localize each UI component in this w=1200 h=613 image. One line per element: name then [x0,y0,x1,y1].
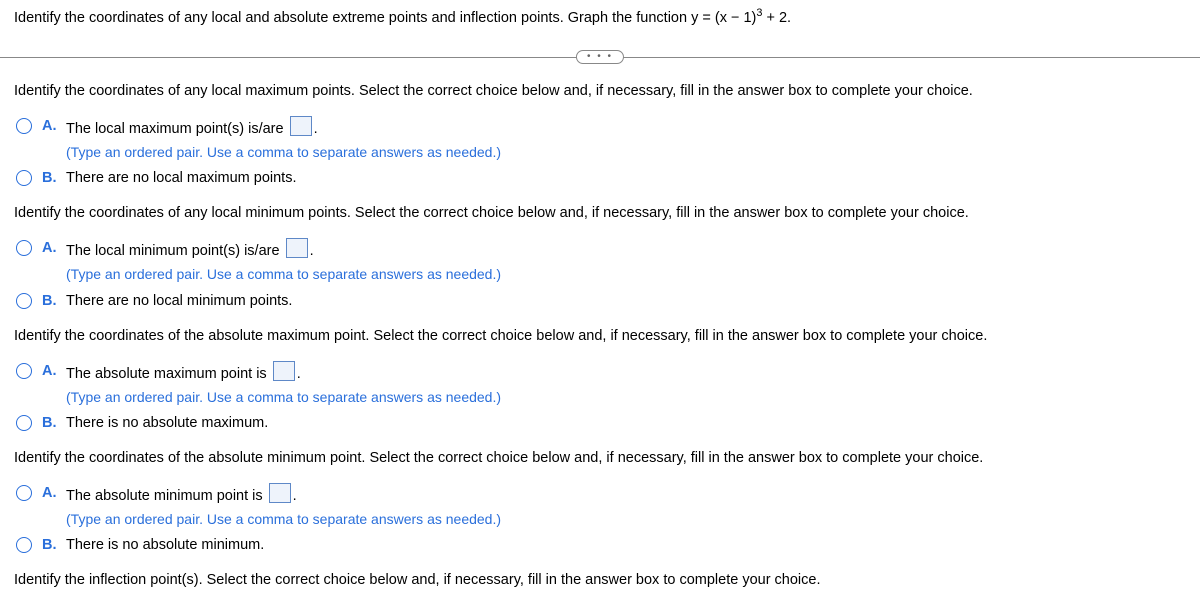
local-min-radio-b[interactable] [16,293,32,309]
choice-letter-b: B. [42,413,60,434]
local-max-radio-a[interactable] [16,118,32,134]
question-prefix: Identify the coordinates of any local an… [14,10,756,26]
abs-min-prompt: Identify the coordinates of the absolute… [14,448,1186,469]
choice-body: The absolute maximum point is . (Type an… [66,361,1186,407]
choice-letter-a: A. [42,116,60,137]
choice-letter-b: B. [42,535,60,556]
local-max-answer-box[interactable] [290,116,312,136]
abs-max-radio-b[interactable] [16,415,32,431]
local-min-a-post: . [310,243,314,259]
local-max-prompt: Identify the coordinates of any local ma… [14,81,1186,102]
choice-letter-a: A. [42,361,60,382]
abs-min-choice-a: A. The absolute minimum point is . (Type… [14,483,1186,529]
local-min-radio-a[interactable] [16,240,32,256]
abs-min-a-post: . [293,488,297,504]
abs-max-radio-a[interactable] [16,363,32,379]
abs-min-choice-b: B. There is no absolute minimum. [14,535,1186,556]
abs-max-a-post: . [297,366,301,382]
choice-letter-b: B. [42,291,60,312]
inflection-prompt: Identify the inflection point(s). Select… [14,570,1186,591]
local-max-choice-a: A. The local maximum point(s) is/are . (… [14,116,1186,162]
choice-body: The local maximum point(s) is/are . (Typ… [66,116,1186,162]
abs-min-radio-b[interactable] [16,537,32,553]
abs-max-a-pre: The absolute maximum point is [66,366,271,382]
choice-letter-a: A. [42,483,60,504]
local-min-a-pre: The local minimum point(s) is/are [66,243,284,259]
local-min-answer-box[interactable] [286,238,308,258]
question-text: Identify the coordinates of any local an… [14,8,1186,29]
abs-max-b-text: There is no absolute maximum. [66,413,1186,434]
abs-min-answer-box[interactable] [269,483,291,503]
local-max-radio-b[interactable] [16,170,32,186]
local-min-choice-a: A. The local minimum point(s) is/are . (… [14,238,1186,284]
abs-max-choice-a: A. The absolute maximum point is . (Type… [14,361,1186,407]
abs-max-choice-b: B. There is no absolute maximum. [14,413,1186,434]
local-min-hint: (Type an ordered pair. Use a comma to se… [66,264,1186,284]
choice-body: The absolute minimum point is . (Type an… [66,483,1186,529]
abs-min-hint: (Type an ordered pair. Use a comma to se… [66,509,1186,529]
abs-min-b-text: There is no absolute minimum. [66,535,1186,556]
local-min-b-text: There are no local minimum points. [66,291,1186,312]
abs-min-a-pre: The absolute minimum point is [66,488,267,504]
divider-row: • • • [14,47,1186,67]
local-max-b-text: There are no local maximum points. [66,168,1186,189]
choice-letter-b: B. [42,168,60,189]
abs-max-answer-box[interactable] [273,361,295,381]
more-pill[interactable]: • • • [576,50,624,64]
local-min-choice-b: B. There are no local minimum points. [14,291,1186,312]
choice-body: The local minimum point(s) is/are . (Typ… [66,238,1186,284]
choice-letter-a: A. [42,238,60,259]
abs-max-prompt: Identify the coordinates of the absolute… [14,326,1186,347]
local-max-a-pre: The local maximum point(s) is/are [66,121,288,137]
abs-max-hint: (Type an ordered pair. Use a comma to se… [66,387,1186,407]
abs-min-radio-a[interactable] [16,485,32,501]
question-suffix: + 2. [762,10,791,26]
local-max-hint: (Type an ordered pair. Use a comma to se… [66,142,1186,162]
local-max-a-post: . [314,121,318,137]
local-min-prompt: Identify the coordinates of any local mi… [14,203,1186,224]
local-max-choice-b: B. There are no local maximum points. [14,168,1186,189]
